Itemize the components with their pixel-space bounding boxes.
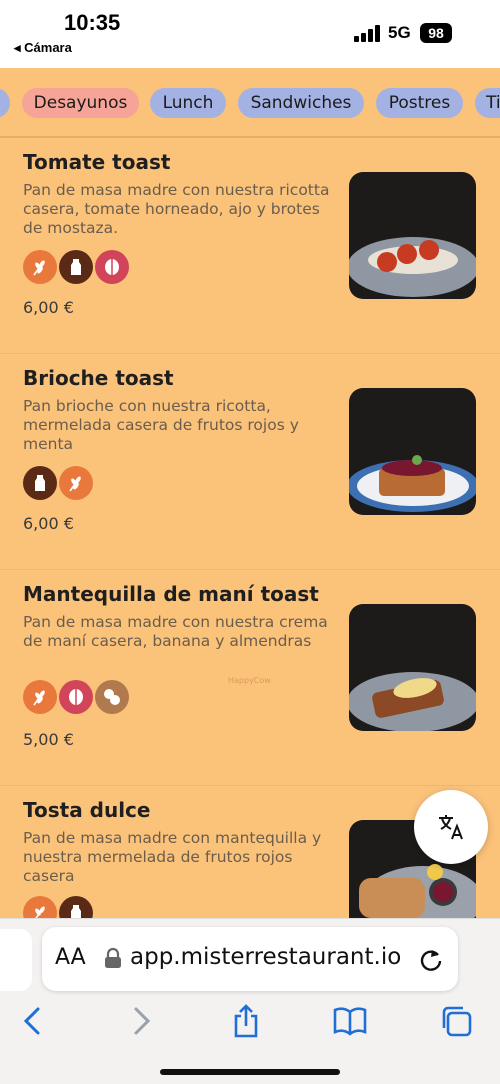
tabs-button[interactable] <box>436 1001 476 1041</box>
allergen-badges <box>23 250 129 284</box>
menu-item[interactable]: Brioche toast Pan brioche con nuestra ri… <box>0 354 500 570</box>
url-text[interactable]: app.misterrestaurant.io <box>130 944 401 970</box>
wheat-icon <box>23 680 57 714</box>
item-description: Pan brioche con nuestra ricotta, mermela… <box>23 397 299 453</box>
clock: 10:35 <box>64 10 121 35</box>
item-title: Tosta dulce <box>23 798 151 822</box>
item-photo[interactable] <box>349 604 476 731</box>
translate-icon <box>439 815 463 840</box>
browser-toolbar: AA app.misterrestaurant.io <box>0 918 500 1084</box>
book-icon <box>333 1007 367 1036</box>
item-description: Pan de masa madre con mantequilla y nues… <box>23 829 322 885</box>
status-bar: 10:35 ◂ Cámara 5G 98 <box>0 0 500 68</box>
tab-previous[interactable] <box>0 88 10 118</box>
peanut-icon <box>95 680 129 714</box>
network-type: 5G <box>388 23 411 42</box>
bookmarks-button[interactable] <box>330 1001 370 1041</box>
item-title: Brioche toast <box>23 366 174 390</box>
reload-icon[interactable] <box>418 947 444 973</box>
chevron-right-icon <box>134 1007 151 1035</box>
milk-icon <box>59 250 93 284</box>
share-button[interactable] <box>226 1001 266 1041</box>
page-settings-button[interactable]: AA <box>55 945 86 970</box>
milk-icon <box>23 466 57 500</box>
item-title: Mantequilla de maní toast <box>23 582 319 606</box>
item-price: 5,00 € <box>23 730 74 749</box>
allergen-badges <box>23 680 129 714</box>
share-icon <box>234 1004 258 1038</box>
forward-button[interactable] <box>122 1001 162 1041</box>
nut-icon <box>95 250 129 284</box>
item-title: Tomate toast <box>23 150 171 174</box>
item-price: 6,00 € <box>23 514 74 533</box>
tab-desayunos[interactable]: Desayunos <box>22 88 139 118</box>
allergen-badges <box>23 466 93 500</box>
menu-item[interactable]: Tomate toast Pan de masa madre con nuest… <box>0 138 500 354</box>
tab-postres[interactable]: Postres <box>376 88 463 118</box>
tabs-icon <box>442 1006 472 1037</box>
item-description: Pan de masa madre con nuestra ricotta ca… <box>23 181 330 237</box>
item-price: 6,00 € <box>23 298 74 317</box>
back-to-camera-link[interactable]: ◂ Cámara <box>14 40 72 56</box>
back-button[interactable] <box>12 1001 52 1041</box>
signal-icon <box>354 24 382 42</box>
category-tabs: Desayunos Lunch Sandwiches Postres Ti <box>0 68 500 138</box>
address-bar[interactable]: AA app.misterrestaurant.io <box>42 927 458 991</box>
tab-sandwiches[interactable]: Sandwiches <box>238 88 364 118</box>
menu-item[interactable]: Mantequilla de maní toast Pan de masa ma… <box>0 570 500 786</box>
nut-icon <box>59 680 93 714</box>
translate-button[interactable] <box>414 790 488 864</box>
lock-icon <box>105 947 121 968</box>
item-description: Pan de masa madre con nuestra crema de m… <box>23 613 328 650</box>
item-photo[interactable] <box>349 172 476 299</box>
tab-lunch[interactable]: Lunch <box>150 88 226 118</box>
tab-next[interactable]: Ti <box>475 88 500 118</box>
previous-tab-preview[interactable] <box>0 929 32 991</box>
home-indicator <box>160 1069 340 1075</box>
wheat-icon <box>59 466 93 500</box>
chevron-left-icon <box>23 1007 40 1035</box>
battery-icon: 98 <box>420 23 452 43</box>
item-photo[interactable] <box>349 388 476 515</box>
wheat-icon <box>23 250 57 284</box>
